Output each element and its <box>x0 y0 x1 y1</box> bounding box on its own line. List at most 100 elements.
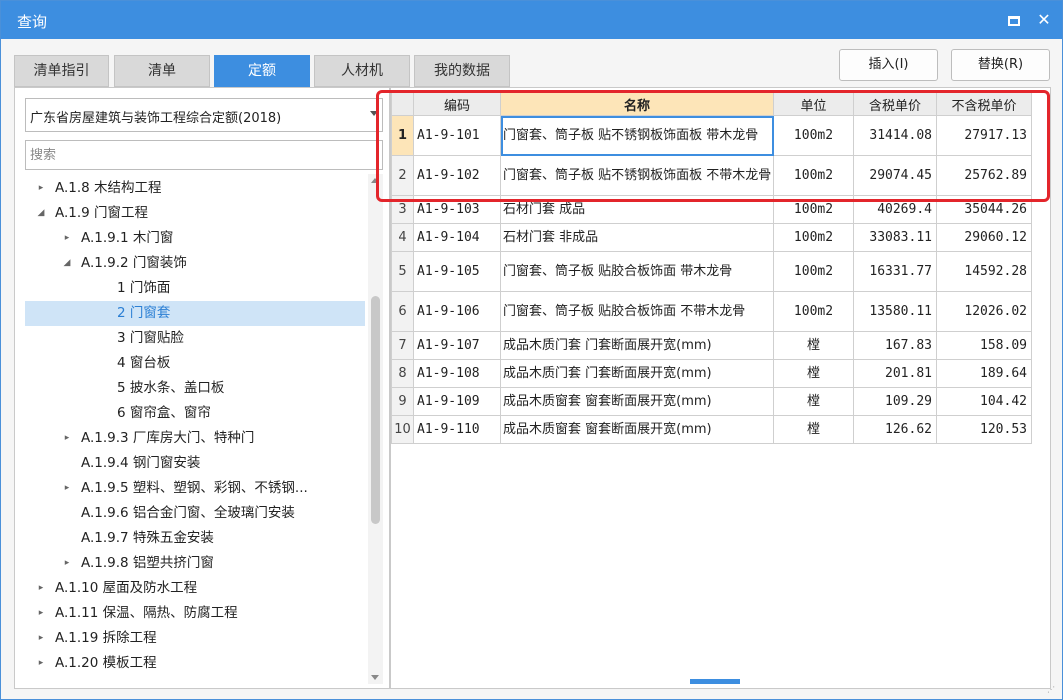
row-number[interactable]: 5 <box>391 251 414 292</box>
cell-price-notax[interactable]: 158.09 <box>936 331 1032 360</box>
cell-price-notax[interactable]: 25762.89 <box>936 155 1032 196</box>
cell-price-notax[interactable]: 120.53 <box>936 415 1032 444</box>
table-row[interactable]: 1 A1-9-101 门窗套、筒子板 贴不锈钢板饰面板 带木龙骨 100m2 31414… <box>391 115 1032 156</box>
cell-unit[interactable]: 100m2 <box>773 115 854 156</box>
scroll-down-icon[interactable] <box>371 675 379 680</box>
cell-unit[interactable]: 樘 <box>773 415 854 444</box>
cell-name[interactable]: 石材门套 成品 <box>500 195 774 224</box>
tree-item[interactable]: A.1.9.7 特殊五金安装 <box>25 526 365 551</box>
cell-name[interactable]: 门窗套、筒子板 贴胶合板饰面 带木龙骨 <box>500 251 774 292</box>
cell-code[interactable]: A1-9-104 <box>413 223 501 252</box>
cell-unit[interactable]: 100m2 <box>773 155 854 196</box>
table-row[interactable]: 10 A1-9-110 成品木质窗套 窗套断面展开宽(mm) 樘 126.62 120.5… <box>391 415 1032 444</box>
title-bar[interactable]: 查询 ✕ <box>1 1 1062 39</box>
expand-icon[interactable]: ▸ <box>61 476 73 501</box>
tree-item[interactable]: A.1.9.6 铝合金门窗、全玻璃门安装 <box>25 501 365 526</box>
collapse-icon[interactable]: ◢ <box>35 201 47 226</box>
row-number[interactable]: 6 <box>391 291 414 332</box>
cell-name[interactable]: 石材门套 非成品 <box>500 223 774 252</box>
table-row[interactable]: 6 A1-9-106 门窗套、筒子板 贴胶合板饰面 不带木龙骨 100m2 13580.… <box>391 291 1032 332</box>
tree-item[interactable]: ▸ A.1.19 拆除工程 <box>25 626 365 651</box>
row-number[interactable]: 7 <box>391 331 414 360</box>
cell-code[interactable]: A1-9-108 <box>413 359 501 388</box>
cell-unit[interactable]: 100m2 <box>773 251 854 292</box>
cell-code[interactable]: A1-9-101 <box>413 115 501 156</box>
cell-code[interactable]: A1-9-103 <box>413 195 501 224</box>
scroll-up-icon[interactable] <box>371 178 379 183</box>
expand-icon[interactable]: ▸ <box>35 601 47 626</box>
col-header-price-tax[interactable]: 含税单价 <box>853 92 937 116</box>
cell-price-notax[interactable]: 14592.28 <box>936 251 1032 292</box>
insert-button[interactable]: 插入(I) <box>839 49 938 81</box>
cell-price-tax[interactable]: 29074.45 <box>853 155 937 196</box>
tree-item[interactable]: 4 窗台板 <box>25 351 365 376</box>
expand-icon[interactable]: ▸ <box>61 226 73 251</box>
tree-item[interactable]: ▸ A.1.10 屋面及防水工程 <box>25 576 365 601</box>
tree-item[interactable]: ▸ A.1.20 模板工程 <box>25 651 365 676</box>
cell-unit[interactable]: 100m2 <box>773 195 854 224</box>
table-row[interactable]: 2 A1-9-102 门窗套、筒子板 贴不锈钢板饰面板 不带木龙骨 100m2 2907… <box>391 155 1032 196</box>
tab-my-data[interactable]: 我的数据 <box>414 55 510 87</box>
cell-unit[interactable]: 100m2 <box>773 291 854 332</box>
tree-item[interactable]: ▸ A.1.8 木结构工程 <box>25 176 365 201</box>
search-input[interactable] <box>25 140 383 170</box>
cell-name[interactable]: 成品木质窗套 窗套断面展开宽(mm) <box>500 387 774 416</box>
table-row[interactable]: 4 A1-9-104 石材门套 非成品 100m2 33083.11 29060.12 <box>391 223 1032 252</box>
cell-code[interactable]: A1-9-110 <box>413 415 501 444</box>
table-row[interactable]: 9 A1-9-109 成品木质窗套 窗套断面展开宽(mm) 樘 109.29 104.42 <box>391 387 1032 416</box>
row-number[interactable]: 10 <box>391 415 414 444</box>
tree-item[interactable]: ◢ A.1.9.2 门窗装饰 <box>25 251 365 276</box>
cell-price-notax[interactable]: 29060.12 <box>936 223 1032 252</box>
col-header-code[interactable]: 编码 <box>413 92 501 116</box>
cell-price-notax[interactable]: 189.64 <box>936 359 1032 388</box>
collapse-icon[interactable]: ◢ <box>61 251 73 276</box>
cell-name[interactable]: 门窗套、筒子板 贴胶合板饰面 不带木龙骨 <box>500 291 774 332</box>
tree-item[interactable]: A.1.9.4 钢门窗安装 <box>25 451 365 476</box>
cell-price-tax[interactable]: 13580.11 <box>853 291 937 332</box>
row-number[interactable]: 9 <box>391 387 414 416</box>
tab-quota[interactable]: 定额 <box>214 55 310 87</box>
cell-code[interactable]: A1-9-109 <box>413 387 501 416</box>
resize-grip-icon[interactable]: ⋰ <box>1047 685 1059 697</box>
cell-price-notax[interactable]: 35044.26 <box>936 195 1032 224</box>
tree-item[interactable]: 5 披水条、盖口板 <box>25 376 365 401</box>
tree-item[interactable]: ◢ A.1.9 门窗工程 <box>25 201 365 226</box>
expand-icon[interactable]: ▸ <box>61 426 73 451</box>
table-row[interactable]: 3 A1-9-103 石材门套 成品 100m2 40269.4 35044.26 <box>391 195 1032 224</box>
table-row[interactable]: 8 A1-9-108 成品木质门套 门套断面展开宽(mm) 樘 201.81 189.64 <box>391 359 1032 388</box>
expand-icon[interactable]: ▸ <box>35 176 47 201</box>
cell-name[interactable]: 成品木质门套 门套断面展开宽(mm) <box>500 331 774 360</box>
cell-name[interactable]: 门窗套、筒子板 贴不锈钢板饰面板 带木龙骨 <box>500 115 774 156</box>
tree-item[interactable]: ▸ A.1.9.5 塑料、塑钢、彩钢、不锈钢... <box>25 476 365 501</box>
replace-button[interactable]: 替换(R) <box>951 49 1050 81</box>
cell-price-notax[interactable]: 27917.13 <box>936 115 1032 156</box>
cell-price-tax[interactable]: 31414.08 <box>853 115 937 156</box>
cell-code[interactable]: A1-9-102 <box>413 155 501 196</box>
cell-price-tax[interactable]: 167.83 <box>853 331 937 360</box>
row-number[interactable]: 4 <box>391 223 414 252</box>
tree-item[interactable]: 1 门饰面 <box>25 276 365 301</box>
cell-code[interactable]: A1-9-107 <box>413 331 501 360</box>
cell-price-tax[interactable]: 126.62 <box>853 415 937 444</box>
tree-item[interactable]: ▸ A.1.9.1 木门窗 <box>25 226 365 251</box>
tree-item[interactable]: 3 门窗贴脸 <box>25 326 365 351</box>
tree-item[interactable]: 6 窗帘盒、窗帘 <box>25 401 365 426</box>
expand-icon[interactable]: ▸ <box>35 626 47 651</box>
cell-code[interactable]: A1-9-106 <box>413 291 501 332</box>
tab-labor-material[interactable]: 人材机 <box>314 55 410 87</box>
maximize-button[interactable] <box>1001 7 1027 33</box>
row-number[interactable]: 3 <box>391 195 414 224</box>
cell-unit[interactable]: 樘 <box>773 387 854 416</box>
col-header-unit[interactable]: 单位 <box>773 92 854 116</box>
cell-code[interactable]: A1-9-105 <box>413 251 501 292</box>
col-header-name[interactable]: 名称 <box>500 92 774 116</box>
close-button[interactable]: ✕ <box>1031 7 1057 33</box>
expand-icon[interactable]: ▸ <box>61 551 73 576</box>
library-select[interactable]: 广东省房屋建筑与装饰工程综合定额(2018) <box>25 98 383 132</box>
cell-unit[interactable]: 100m2 <box>773 223 854 252</box>
cell-name[interactable]: 门窗套、筒子板 贴不锈钢板饰面板 不带木龙骨 <box>500 155 774 196</box>
cell-price-notax[interactable]: 12026.02 <box>936 291 1032 332</box>
row-number[interactable]: 1 <box>391 115 414 156</box>
expand-icon[interactable]: ▸ <box>35 576 47 601</box>
cell-unit[interactable]: 樘 <box>773 359 854 388</box>
